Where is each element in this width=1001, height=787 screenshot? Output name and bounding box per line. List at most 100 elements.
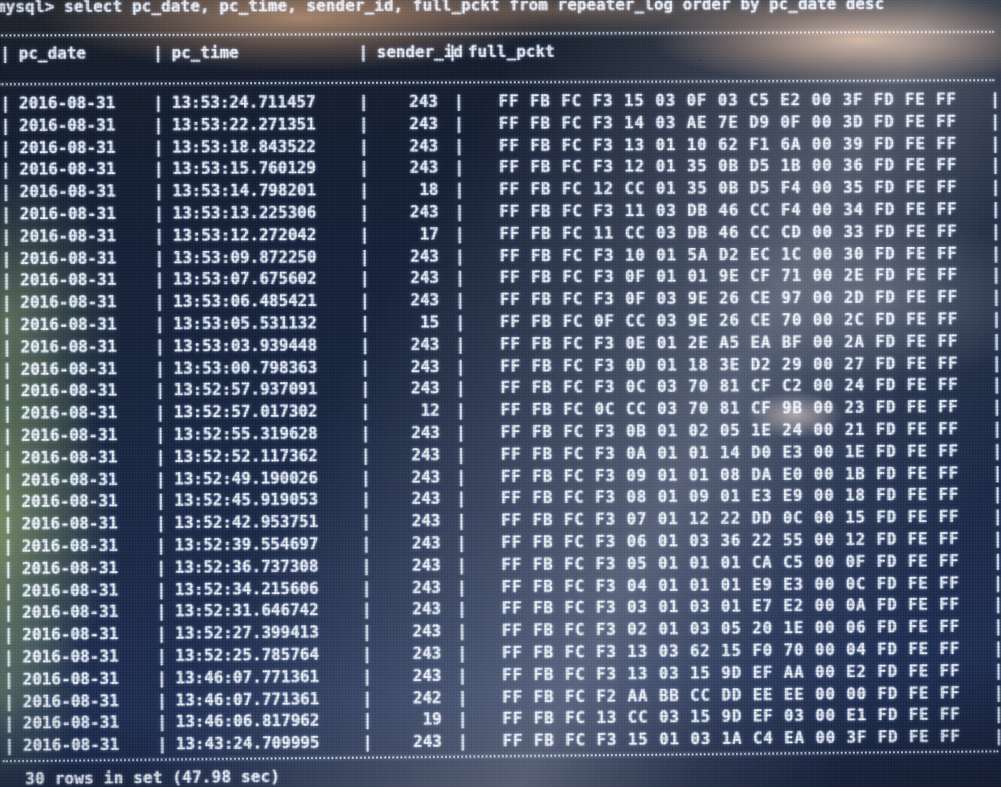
cell-sender-id: 243 — [411, 445, 441, 465]
row-pipe-4: | — [456, 533, 467, 553]
row-pipe-5: | — [992, 441, 1001, 460]
row-pipe-5: | — [993, 639, 1001, 658]
cell-pc-date: 2016-08-31 — [20, 359, 117, 379]
row-pipe-2: | — [153, 115, 164, 135]
row-pipe-3: | — [362, 667, 373, 686]
cell-pc-date: 2016-08-31 — [20, 337, 117, 357]
row-pipe-1: | — [3, 603, 14, 623]
row-pipe-2: | — [153, 93, 164, 113]
cell-full-pckt: FF FB FC F3 11 03 DB 46 CC F4 00 34 FD F… — [499, 200, 958, 221]
cell-full-pckt: FF FB FC F3 10 01 5A D2 EC 1C 00 30 FD F… — [499, 244, 958, 266]
cell-sender-id: 243 — [412, 666, 442, 686]
row-pipe-3: | — [359, 181, 370, 200]
cell-full-pckt: FF FB FC F3 0B 01 02 05 1E 24 00 21 FD F… — [500, 420, 959, 442]
row-pipe-2: | — [156, 646, 167, 666]
cell-full-pckt: FF FB FC 13 CC 03 15 9D EF 03 00 E1 FD F… — [502, 705, 961, 729]
cell-pc-time: 13:53:22.271351 — [172, 115, 316, 135]
row-pipe-4: | — [454, 224, 465, 244]
cell-sender-id: 243 — [410, 247, 439, 266]
cell-full-pckt: FF FB FC F3 0A 01 01 14 D0 E3 00 1E FD F… — [500, 442, 960, 464]
cell-pc-time: 13:52:49.190026 — [174, 468, 319, 489]
table-row: | 2016-08-31 | 13:53:05.531132 | 15 | FF FB FC … — [0, 310, 1001, 334]
row-pipe-5: | — [993, 683, 1001, 702]
row-pipe-3: | — [360, 402, 371, 421]
cell-pc-date: 2016-08-31 — [22, 735, 120, 756]
cell-sender-id: 243 — [410, 357, 440, 376]
cell-pc-time: 13:53:00.798363 — [173, 358, 318, 378]
row-pipe-5: | — [990, 90, 1000, 109]
column-header-full-pckt: full_pckt — [467, 42, 555, 62]
row-pipe-4: | — [457, 666, 468, 685]
cell-sender-id: 243 — [409, 202, 439, 222]
cell-pc-time: 13:53:09.872250 — [172, 247, 317, 267]
table-row: | 2016-08-31 | 13:53:03.939448 | 243 | FF FB FC… — [0, 332, 1001, 357]
row-pipe-5: | — [991, 287, 1001, 307]
row-pipe-3: | — [359, 203, 370, 222]
cell-sender-id: 243 — [411, 423, 441, 443]
cell-pc-time: 13:53:06.485421 — [173, 291, 318, 312]
row-pipe-3: | — [362, 733, 373, 752]
cell-pc-time: 13:52:36.737308 — [174, 557, 319, 577]
row-pipe-4: | — [456, 445, 466, 464]
row-pipe-3: | — [360, 424, 371, 443]
row-pipe-5: | — [991, 265, 1001, 285]
row-pipe-4: | — [456, 467, 467, 486]
cell-pc-time: 13:46:06.817962 — [175, 711, 320, 732]
row-pipe-1: | — [0, 138, 11, 158]
table-row: | 2016-08-31 | 13:53:22.271351 | 243 | FF FB FC… — [0, 112, 1001, 135]
row-pipe-2: | — [156, 558, 167, 577]
cell-sender-id: 243 — [411, 534, 441, 553]
row-pipe-5: | — [990, 178, 1001, 197]
row-pipe-1: | — [2, 360, 13, 379]
row-pipe-1: | — [1, 293, 12, 313]
table-border-header — [0, 79, 995, 86]
cell-pc-date: 2016-08-31 — [21, 580, 119, 601]
cell-full-pckt: FF FB FC F3 13 03 15 9D EF AA 00 E2 FD F… — [502, 661, 961, 685]
cell-full-pckt: FF FB FC F3 04 01 01 01 E9 E3 00 0C FD F… — [501, 573, 960, 596]
row-pipe-1: | — [4, 736, 15, 756]
cell-full-pckt: FF FB FC F3 13 03 62 15 F0 70 00 04 FD F… — [502, 639, 961, 663]
row-pipe-5: | — [991, 244, 1001, 263]
row-pipe-4: | — [457, 688, 468, 707]
cell-pc-time: 13:53:18.843522 — [172, 137, 317, 157]
cell-full-pckt: FF FB FC F3 15 01 03 1A C4 EA 00 3F FD F… — [502, 727, 961, 751]
row-pipe-3: | — [360, 380, 371, 399]
row-pipe-1: | — [2, 404, 13, 423]
table-header-row: | pc_date | pc_time | sender_id | full_p… — [0, 43, 1001, 63]
row-pipe-1: | — [1, 183, 11, 202]
row-pipe-2: | — [157, 691, 167, 710]
row-pipe-2: | — [154, 182, 164, 201]
cell-pc-date: 2016-08-31 — [19, 226, 117, 246]
cell-pc-time: 13:53:14.798201 — [172, 181, 317, 201]
cell-full-pckt: FF FB FC F3 05 01 01 01 CA C5 00 0F FD F… — [501, 551, 960, 574]
row-pipe-4: | — [456, 511, 467, 531]
cell-pc-date: 2016-08-31 — [21, 514, 118, 534]
row-pipe-2: | — [153, 160, 164, 179]
column-header-pc-date: pc_date — [18, 44, 87, 63]
row-pipe-3: | — [361, 578, 372, 598]
row-pipe-1: | — [1, 227, 12, 246]
row-pipe-2: | — [156, 624, 167, 644]
cell-full-pckt: FF FB FC F3 09 01 01 08 DA E0 00 1B FD F… — [500, 463, 960, 486]
table-row: | 2016-08-31 | 13:53:24.711457 | 243 | FF FB FC… — [0, 90, 1001, 113]
cell-pc-time: 13:43:24.709995 — [175, 733, 320, 754]
row-pipe-2: | — [156, 514, 166, 533]
row-pipe-1: | — [2, 426, 13, 446]
sql-query-line: mysql> select pc_date, pc_time, sender_i… — [0, 0, 885, 17]
cell-sender-id: 17 — [419, 225, 439, 244]
cell-sender-id: 243 — [412, 644, 442, 663]
cell-full-pckt: FF FB FC F3 0C 03 70 81 CF C2 00 24 FD F… — [500, 376, 959, 398]
row-pipe-1: | — [1, 271, 12, 290]
cell-pc-time: 13:53:13.225306 — [172, 203, 317, 223]
table-row: | 2016-08-31 | 13:53:13.225306 | 243 | FF FB FC… — [0, 200, 1001, 223]
cell-pc-date: 2016-08-31 — [21, 425, 118, 445]
row-pipe-1: | — [4, 692, 15, 711]
row-pipe-4: | — [454, 158, 465, 177]
table-row: | 2016-08-31 | 13:52:39.554697 | 243 | FF FB FC… — [0, 530, 1001, 556]
cell-pc-time: 13:52:57.937091 — [173, 380, 318, 400]
cell-sender-id: 243 — [409, 114, 439, 134]
table-row: | 2016-08-31 | 13:53:09.872250 | 243 | FF FB FC… — [0, 244, 1001, 268]
cell-pc-date: 2016-08-31 — [19, 138, 116, 157]
row-pipe-3: | — [359, 137, 369, 156]
row-pipe-4: | — [455, 246, 465, 266]
